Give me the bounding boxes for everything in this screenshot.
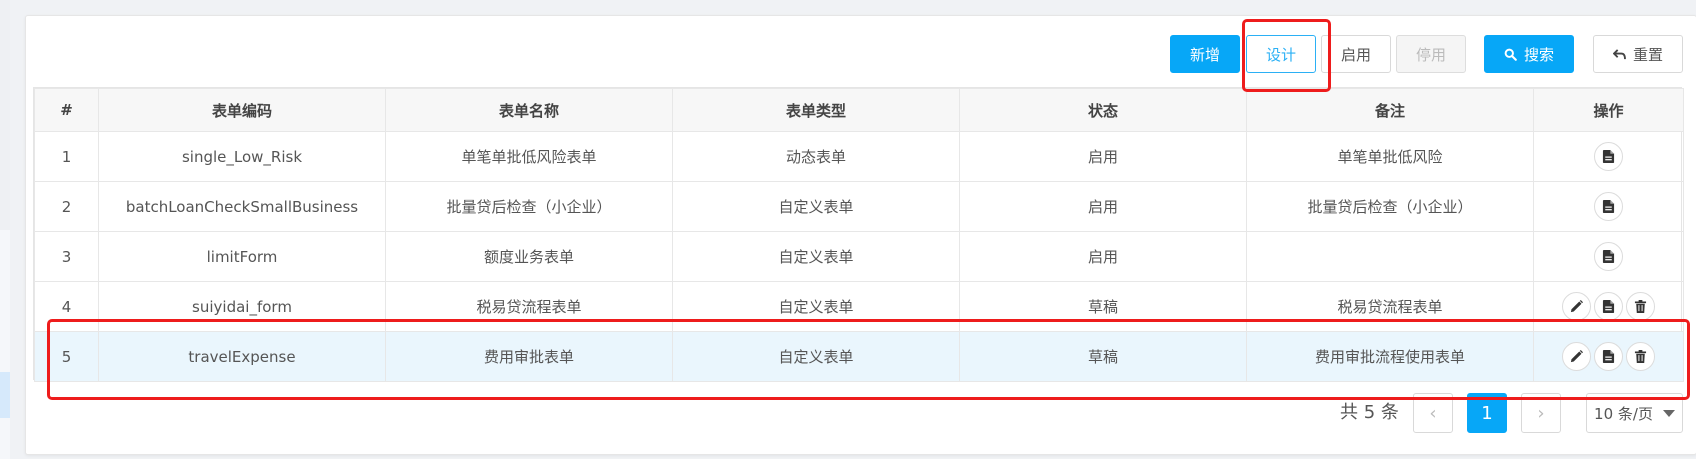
cell-form-type: 动态表单	[672, 131, 960, 182]
left-sidebar-edge	[0, 0, 10, 459]
cell-status: 草稿	[959, 331, 1247, 382]
search-button-label: 搜索	[1523, 45, 1554, 64]
trash-icon	[1634, 350, 1647, 363]
cell-actions	[1533, 281, 1684, 332]
document-icon	[1602, 350, 1615, 363]
page-size-select[interactable]: 10 条/页	[1586, 393, 1683, 433]
view-action-button[interactable]	[1594, 342, 1623, 371]
disable-button-label: 停用	[1415, 45, 1446, 64]
cell-form-code: suiyidai_form	[98, 281, 386, 332]
search-icon	[1504, 48, 1517, 61]
trash-icon	[1634, 300, 1647, 313]
next-page-button[interactable]: ›	[1521, 393, 1561, 433]
add-button[interactable]: 新增	[1170, 35, 1240, 73]
add-button-label: 新增	[1189, 45, 1220, 64]
cell-form-type: 自定义表单	[672, 281, 960, 332]
caret-down-icon	[1662, 409, 1675, 417]
chevron-right-icon: ›	[1537, 402, 1545, 424]
cell-form-type: 自定义表单	[672, 181, 960, 232]
cell-remark: 单笔单批低风险	[1246, 131, 1534, 182]
cell-remark: 税易贷流程表单	[1246, 281, 1534, 332]
enable-button-label: 启用	[1340, 45, 1371, 64]
header-status: 状态	[959, 88, 1247, 132]
sidebar-selected-item[interactable]	[0, 372, 10, 418]
cell-form-code: travelExpense	[98, 331, 386, 382]
page-1-button[interactable]: 1	[1467, 393, 1507, 433]
document-icon	[1602, 300, 1615, 313]
cell-form-code: limitForm	[98, 231, 386, 282]
cell-form-name: 额度业务表单	[385, 231, 673, 282]
pencil-icon	[1570, 300, 1583, 313]
cell-form-type: 自定义表单	[672, 331, 960, 382]
search-button[interactable]: 搜索	[1484, 35, 1574, 73]
cell-index: 1	[34, 131, 99, 182]
cell-form-name: 税易贷流程表单	[385, 281, 673, 332]
header-remark: 备注	[1246, 88, 1534, 132]
design-button-label: 设计	[1265, 45, 1296, 64]
cell-status: 草稿	[959, 281, 1247, 332]
cell-index: 2	[34, 181, 99, 232]
cell-index: 3	[34, 231, 99, 282]
disable-button[interactable]: 停用	[1396, 35, 1466, 73]
cell-remark: 批量贷后检查（小企业）	[1246, 181, 1534, 232]
table-row[interactable]: 2 batchLoanCheckSmallBusiness 批量贷后检查（小企业）自…	[34, 181, 1684, 232]
cell-actions	[1533, 331, 1684, 382]
cell-form-name: 单笔单批低风险表单	[385, 131, 673, 182]
view-action-button[interactable]	[1594, 292, 1623, 321]
cell-remark: 费用审批流程使用表单	[1246, 331, 1534, 382]
table-row[interactable]: 4 suiyidai_form 税易贷流程表单 自定义表单 草稿 税易贷流程表单	[34, 281, 1684, 332]
header-form-type: 表单类型	[672, 88, 960, 132]
table-row[interactable]: 3 limitForm 额度业务表单 自定义表单 启用	[34, 231, 1684, 282]
table-row[interactable]: 1 single_Low_Risk 单笔单批低风险表单 动态表单 启用 单笔单批低风险	[34, 131, 1684, 182]
pencil-icon	[1570, 350, 1583, 363]
cell-actions	[1533, 131, 1684, 182]
edit-action-button[interactable]	[1562, 292, 1591, 321]
cell-form-type: 自定义表单	[672, 231, 960, 282]
cell-status: 启用	[959, 231, 1247, 282]
cell-remark	[1246, 231, 1534, 282]
view-action-button[interactable]	[1594, 142, 1623, 171]
pagination-total: 共 5 条	[1340, 402, 1399, 423]
delete-action-button[interactable]	[1626, 342, 1655, 371]
cell-status: 启用	[959, 131, 1247, 182]
view-action-button[interactable]	[1594, 192, 1623, 221]
header-form-code: 表单编码	[98, 88, 386, 132]
document-icon	[1602, 200, 1615, 213]
header-index: #	[34, 88, 99, 132]
cell-form-code: batchLoanCheckSmallBusiness	[98, 181, 386, 232]
table-row[interactable]: 5 travelExpense 费用审批表单 自定义表单 草稿 费用审批流程使用表单	[34, 331, 1684, 382]
cell-actions	[1533, 231, 1684, 282]
view-action-button[interactable]	[1594, 242, 1623, 271]
header-form-name: 表单名称	[385, 88, 673, 132]
cell-form-code: single_Low_Risk	[98, 131, 386, 182]
chevron-left-icon: ‹	[1429, 402, 1437, 424]
cell-index: 5	[34, 331, 99, 382]
reset-icon	[1612, 48, 1626, 60]
reset-button[interactable]: 重置	[1593, 35, 1683, 73]
cell-status: 启用	[959, 181, 1247, 232]
edit-action-button[interactable]	[1562, 342, 1591, 371]
prev-page-button[interactable]: ‹	[1413, 393, 1453, 433]
document-icon	[1602, 150, 1615, 163]
form-table: # 表单编码 表单名称 表单类型 状态 备注 操作 1 single_Low_Ri…	[33, 87, 1684, 382]
header-actions: 操作	[1533, 88, 1684, 132]
cell-form-name: 费用审批表单	[385, 331, 673, 382]
cell-actions	[1533, 181, 1684, 232]
delete-action-button[interactable]	[1626, 292, 1655, 321]
enable-button[interactable]: 启用	[1321, 35, 1391, 73]
design-button[interactable]: 设计	[1246, 35, 1316, 73]
cell-form-name: 批量贷后检查（小企业）	[385, 181, 673, 232]
document-icon	[1602, 250, 1615, 263]
table-header-row: # 表单编码 表单名称 表单类型 状态 备注 操作	[34, 88, 1684, 132]
sidebar-lower-area	[0, 230, 10, 459]
page-size-label: 10 条/页	[1594, 404, 1653, 423]
cell-index: 4	[34, 281, 99, 332]
reset-button-label: 重置	[1632, 45, 1663, 64]
